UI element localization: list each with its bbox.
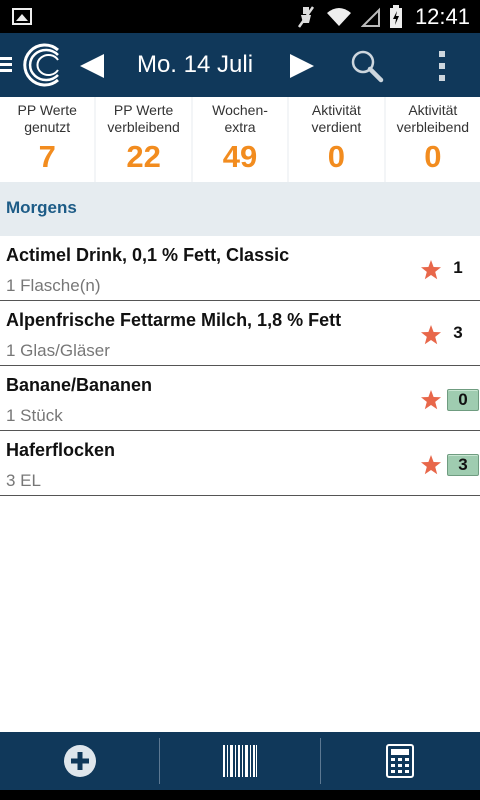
stat-label: Aktivität verdient xyxy=(311,102,362,135)
image-icon xyxy=(12,8,32,25)
food-name: Actimel Drink, 0,1 % Fett, Classic xyxy=(6,245,290,265)
food-name: Haferflocken xyxy=(6,440,116,460)
calculator-icon xyxy=(386,744,415,778)
star-icon[interactable] xyxy=(420,454,442,476)
star-icon[interactable] xyxy=(420,259,442,281)
calculator-button[interactable] xyxy=(321,732,480,790)
stat-pp-used: PP Werte genutzt 7 xyxy=(0,97,95,182)
barcode-icon xyxy=(222,745,257,777)
food-amount: 1 Flasche(n) xyxy=(6,276,101,295)
add-icon xyxy=(63,745,96,777)
star-icon[interactable] xyxy=(420,389,442,411)
battery-icon xyxy=(389,4,402,28)
list-item[interactable]: Alpenfrische Fettarme Milch, 1,8 % Fett … xyxy=(0,301,480,366)
prev-arrow-icon[interactable] xyxy=(76,49,110,83)
food-amount: 1 Glas/Gläser xyxy=(6,341,110,360)
food-list: Actimel Drink, 0,1 % Fett, Classic 1 Fla… xyxy=(0,236,480,496)
stat-value: 0 xyxy=(424,139,442,174)
stat-label: Wochen- extra xyxy=(212,102,268,135)
stat-value: 7 xyxy=(38,139,56,174)
stat-activity-earned: Aktivität verdient 0 xyxy=(289,97,384,182)
bottom-action-bar xyxy=(0,732,480,790)
points-badge: 3 xyxy=(447,454,479,476)
search-icon[interactable] xyxy=(348,47,386,85)
meal-section-header: Morgens xyxy=(0,182,480,236)
logo[interactable] xyxy=(0,42,62,88)
barcode-scan-button[interactable] xyxy=(160,732,319,790)
food-name: Banane/Bananen xyxy=(6,375,153,395)
stat-activity-remaining: Aktivität verbleibend 0 xyxy=(385,97,480,182)
date-title[interactable]: Mo. 14 Juli xyxy=(120,47,270,83)
points-value: 1 xyxy=(453,258,463,277)
stat-label: PP Werte verbleibend xyxy=(107,102,180,135)
status-bar: 12:41 xyxy=(0,0,480,33)
signal-icon xyxy=(360,7,380,27)
stat-value: 49 xyxy=(222,139,258,174)
list-item[interactable]: Haferflocken 3 EL 3 xyxy=(0,431,480,496)
stat-pp-remaining: PP Werte verbleibend 22 xyxy=(96,97,191,182)
food-amount: 3 EL xyxy=(6,471,41,490)
overflow-menu-icon[interactable] xyxy=(430,47,454,85)
meal-section-title: Morgens xyxy=(6,198,77,217)
points-value: 3 xyxy=(453,323,463,342)
stat-weekly-extra: Wochen- extra 49 xyxy=(192,97,288,182)
list-item[interactable]: Actimel Drink, 0,1 % Fett, Classic 1 Fla… xyxy=(0,236,480,301)
stat-label: Aktivität verbleibend xyxy=(396,102,470,135)
points-summary: PP Werte genutzt 7 PP Werte verbleibend … xyxy=(0,97,480,182)
next-arrow-icon[interactable] xyxy=(284,49,318,83)
food-name: Alpenfrische Fettarme Milch, 1,8 % Fett xyxy=(6,310,342,330)
menu-drawer-icon xyxy=(0,57,12,72)
wifi-icon xyxy=(326,7,351,26)
points-badge: 0 xyxy=(447,389,479,411)
star-icon[interactable] xyxy=(420,324,442,346)
list-item[interactable]: Banane/Bananen 1 Stück 0 xyxy=(0,366,480,431)
stat-label: PP Werte genutzt xyxy=(17,102,77,135)
stat-value: 22 xyxy=(126,139,161,174)
food-amount: 1 Stück xyxy=(6,406,63,425)
app-bar: Mo. 14 Juli xyxy=(0,33,480,97)
mute-icon xyxy=(297,5,314,28)
clock: 12:41 xyxy=(414,3,470,29)
system-nav-bar xyxy=(0,790,480,800)
stat-value: 0 xyxy=(327,139,346,174)
add-button[interactable] xyxy=(0,732,159,790)
